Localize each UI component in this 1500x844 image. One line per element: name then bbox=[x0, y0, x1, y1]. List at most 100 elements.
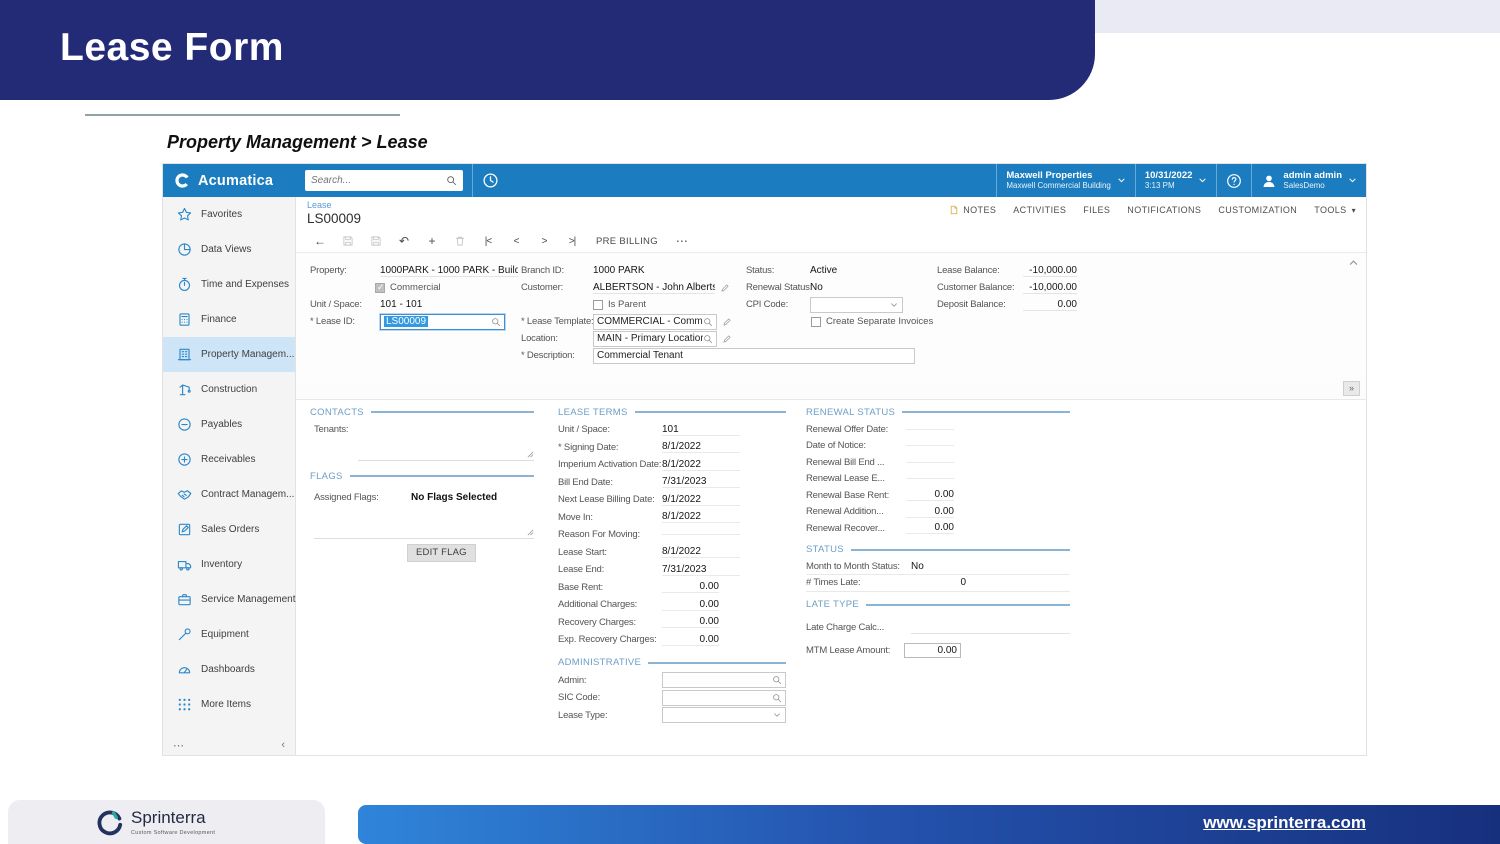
header-link[interactable]: ACTIVITIES bbox=[1013, 205, 1066, 215]
field-value[interactable]: 101 bbox=[662, 424, 740, 436]
user-menu[interactable]: admin admin SalesDemo bbox=[1251, 164, 1366, 197]
sidebar-item[interactable]: Construction bbox=[163, 372, 295, 407]
header-link[interactable]: NOTES bbox=[949, 205, 996, 215]
lookup-icon[interactable] bbox=[703, 334, 713, 344]
sidebar-item[interactable]: Receivables bbox=[163, 442, 295, 477]
header-link[interactable]: CUSTOMIZATION bbox=[1218, 205, 1297, 215]
resize-handle-icon[interactable] bbox=[527, 529, 534, 536]
help-button[interactable] bbox=[1216, 164, 1251, 197]
lookup-icon[interactable] bbox=[703, 317, 713, 327]
add-new-button[interactable]: + bbox=[418, 234, 446, 248]
property-value[interactable]: 1000PARK - 1000 PARK - Buildir bbox=[380, 265, 518, 277]
sidebar-item[interactable]: Property Managem... bbox=[163, 337, 295, 372]
sidebar-item[interactable]: More Items bbox=[163, 687, 295, 722]
header-link[interactable]: NOTIFICATIONS bbox=[1127, 205, 1201, 215]
field-value[interactable] bbox=[906, 478, 954, 480]
field-input[interactable] bbox=[662, 689, 786, 706]
field-value[interactable]: 8/1/2022 bbox=[662, 441, 740, 454]
sidebar-item[interactable]: Sales Orders bbox=[163, 512, 295, 547]
tenants-textarea[interactable] bbox=[358, 437, 534, 461]
field-value[interactable] bbox=[906, 428, 954, 430]
resize-handle-icon[interactable] bbox=[527, 451, 534, 458]
sidebar-item[interactable]: Equipment bbox=[163, 617, 295, 652]
lookup-icon[interactable] bbox=[491, 317, 501, 327]
search-input[interactable] bbox=[311, 175, 446, 186]
edit-flag-button[interactable]: EDIT FLAG bbox=[407, 544, 476, 562]
is-parent-checkbox[interactable] bbox=[593, 299, 603, 310]
next-record-button[interactable]: > bbox=[530, 236, 558, 247]
sidebar-item[interactable]: Dashboards bbox=[163, 652, 295, 687]
field-value[interactable] bbox=[662, 534, 740, 536]
business-date-selector[interactable]: 10/31/2022 3:13 PM bbox=[1134, 164, 1217, 197]
global-search[interactable] bbox=[305, 170, 463, 191]
field-value[interactable]: 0.00 bbox=[906, 489, 954, 502]
edit-pencil-icon[interactable] bbox=[722, 317, 732, 327]
customer-value[interactable]: ALBERTSON - John Albertson bbox=[593, 282, 715, 294]
location-input[interactable]: MAIN - Primary Location bbox=[593, 330, 717, 347]
header-link[interactable]: TOOLS bbox=[1314, 205, 1356, 215]
save-button[interactable] bbox=[334, 235, 362, 247]
search-icon[interactable] bbox=[446, 175, 457, 186]
undo-button[interactable]: ↶ bbox=[390, 234, 418, 248]
edit-pencil-icon[interactable] bbox=[720, 283, 730, 293]
field-value[interactable]: 8/1/2022 bbox=[662, 511, 740, 524]
lease-template-input[interactable]: COMMERCIAL - Commercial bbox=[593, 313, 717, 330]
control-icon[interactable] bbox=[772, 675, 782, 685]
field-value[interactable] bbox=[906, 445, 954, 447]
caret-down-icon[interactable] bbox=[889, 300, 899, 310]
lease-id-input[interactable]: LS00009 bbox=[380, 313, 505, 330]
description-input[interactable]: Commercial Tenant bbox=[593, 347, 915, 364]
field-value[interactable]: 8/1/2022 bbox=[662, 546, 740, 559]
late-charge-calc-value[interactable] bbox=[911, 622, 1070, 634]
commercial-checkbox[interactable] bbox=[375, 282, 385, 293]
record-module-label[interactable]: Lease bbox=[307, 200, 332, 210]
previous-record-button[interactable]: < bbox=[502, 236, 530, 247]
acumatica-logo[interactable]: Acumatica bbox=[163, 172, 305, 189]
save-close-button[interactable] bbox=[362, 235, 390, 247]
more-actions-button[interactable]: ⋯ bbox=[668, 234, 696, 248]
field-input[interactable] bbox=[662, 672, 786, 689]
sidebar-item[interactable]: Data Views bbox=[163, 232, 295, 267]
branch-value[interactable]: 1000 PARK bbox=[593, 265, 645, 276]
collapse-sidebar-icon[interactable]: ‹ bbox=[281, 739, 285, 751]
business-date-button[interactable] bbox=[473, 172, 507, 189]
field-input[interactable] bbox=[662, 707, 786, 724]
tab-overflow-button[interactable]: » bbox=[1343, 381, 1360, 396]
field-value[interactable]: 0.00 bbox=[906, 522, 954, 535]
field-value[interactable]: 9/1/2022 bbox=[662, 494, 740, 506]
field-value[interactable]: 0.00 bbox=[662, 581, 719, 594]
sidebar-item[interactable]: Inventory bbox=[163, 547, 295, 582]
more-options-icon[interactable]: ⋯ bbox=[173, 739, 184, 752]
field-value[interactable]: 8/1/2022 bbox=[662, 459, 740, 471]
first-record-button[interactable]: |< bbox=[474, 236, 502, 247]
control-icon[interactable] bbox=[772, 710, 782, 720]
control-icon[interactable] bbox=[772, 693, 782, 703]
field-value[interactable]: 7/31/2023 bbox=[662, 476, 740, 489]
footer-url[interactable]: www.sprinterra.com bbox=[1203, 813, 1366, 833]
sidebar-item[interactable]: Time and Expenses bbox=[163, 267, 295, 302]
delete-button[interactable] bbox=[446, 235, 474, 247]
cpi-code-dropdown[interactable] bbox=[810, 296, 903, 313]
pre-billing-button[interactable]: PRE BILLING bbox=[596, 236, 658, 247]
flags-textarea[interactable] bbox=[314, 505, 534, 539]
sidebar-item[interactable]: Finance bbox=[163, 302, 295, 337]
sidebar-item[interactable]: Favorites bbox=[163, 197, 295, 232]
field-value[interactable]: 0.00 bbox=[662, 599, 719, 611]
company-selector[interactable]: Maxwell Properties Maxwell Commercial Bu… bbox=[996, 164, 1134, 197]
unit-space-value[interactable]: 101 - 101 bbox=[380, 299, 422, 310]
create-separate-invoices-checkbox[interactable] bbox=[811, 316, 821, 327]
field-value[interactable]: 0.00 bbox=[906, 506, 954, 518]
field-value[interactable]: 0.00 bbox=[662, 634, 719, 646]
field-value[interactable]: 0.00 bbox=[662, 616, 719, 629]
back-button[interactable]: ← bbox=[306, 234, 334, 248]
sidebar-item[interactable]: Service Management bbox=[163, 582, 296, 617]
edit-pencil-icon[interactable] bbox=[722, 334, 732, 344]
sidebar-item[interactable]: Contract Managem... bbox=[163, 477, 295, 512]
field-value[interactable]: 7/31/2023 bbox=[662, 564, 740, 576]
sidebar-item[interactable]: Payables bbox=[163, 407, 295, 442]
last-record-button[interactable]: >| bbox=[558, 236, 586, 247]
header-link[interactable]: FILES bbox=[1083, 205, 1110, 215]
scroll-up-icon[interactable] bbox=[1348, 257, 1359, 268]
mtm-lease-amount-input[interactable]: 0.00 bbox=[904, 642, 961, 658]
field-value[interactable] bbox=[906, 461, 954, 463]
